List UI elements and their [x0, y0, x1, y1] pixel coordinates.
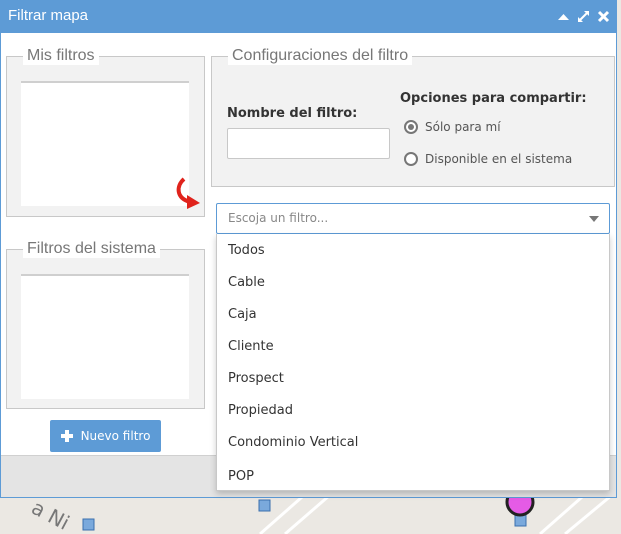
- new-filter-label: Nuevo filtro: [80, 429, 151, 443]
- filter-option[interactable]: Condominio Vertical: [228, 435, 358, 450]
- filter-config-legend: Configuraciones del filtro: [228, 47, 413, 65]
- close-icon[interactable]: [597, 10, 610, 23]
- share-option-only-me[interactable]: Sólo para mí: [404, 120, 501, 134]
- share-options-label: Opciones para compartir:: [400, 91, 587, 106]
- plus-icon: [60, 430, 73, 442]
- dialog-titlebar[interactable]: Filtrar mapa: [1, 1, 616, 33]
- filter-option[interactable]: Prospect: [228, 371, 284, 386]
- filter-option[interactable]: Cable: [228, 275, 265, 290]
- filter-dropdown-list: Todos Cable Caja Cliente Prospect Propie…: [216, 234, 610, 491]
- filter-name-input[interactable]: [227, 128, 390, 159]
- share-option-label: Sólo para mí: [425, 120, 501, 134]
- filter-select[interactable]: Escoja un filtro...: [216, 203, 610, 234]
- share-option-system[interactable]: Disponible en el sistema: [404, 152, 572, 166]
- radio-unchecked-icon[interactable]: [404, 152, 418, 166]
- pointer-arrow-icon: [176, 177, 200, 209]
- share-option-label: Disponible en el sistema: [425, 152, 573, 166]
- dialog-title: Filtrar mapa: [8, 7, 89, 24]
- system-filters-list[interactable]: [21, 274, 189, 399]
- filter-option[interactable]: Caja: [228, 307, 257, 322]
- my-filters-list[interactable]: [21, 81, 189, 206]
- collapse-icon[interactable]: [557, 10, 570, 23]
- filter-option[interactable]: Todos: [228, 243, 265, 258]
- filter-option[interactable]: POP: [228, 469, 254, 484]
- system-filters-legend: Filtros del sistema: [23, 240, 160, 258]
- filter-map-dialog: Filtrar mapa Mis filtros Filtros del sis…: [0, 0, 617, 498]
- radio-checked-icon[interactable]: [404, 120, 418, 134]
- my-filters-legend: Mis filtros: [23, 47, 99, 65]
- filter-select-placeholder: Escoja un filtro...: [228, 211, 329, 225]
- dialog-content: Mis filtros Filtros del sistema Configur…: [1, 33, 616, 497]
- new-filter-button[interactable]: Nuevo filtro: [50, 420, 161, 452]
- chevron-down-icon[interactable]: [589, 216, 599, 222]
- filter-option[interactable]: Cliente: [228, 339, 274, 354]
- expand-icon[interactable]: [577, 10, 590, 23]
- filter-option[interactable]: Propiedad: [228, 403, 293, 418]
- filter-name-label: Nombre del filtro:: [227, 106, 358, 121]
